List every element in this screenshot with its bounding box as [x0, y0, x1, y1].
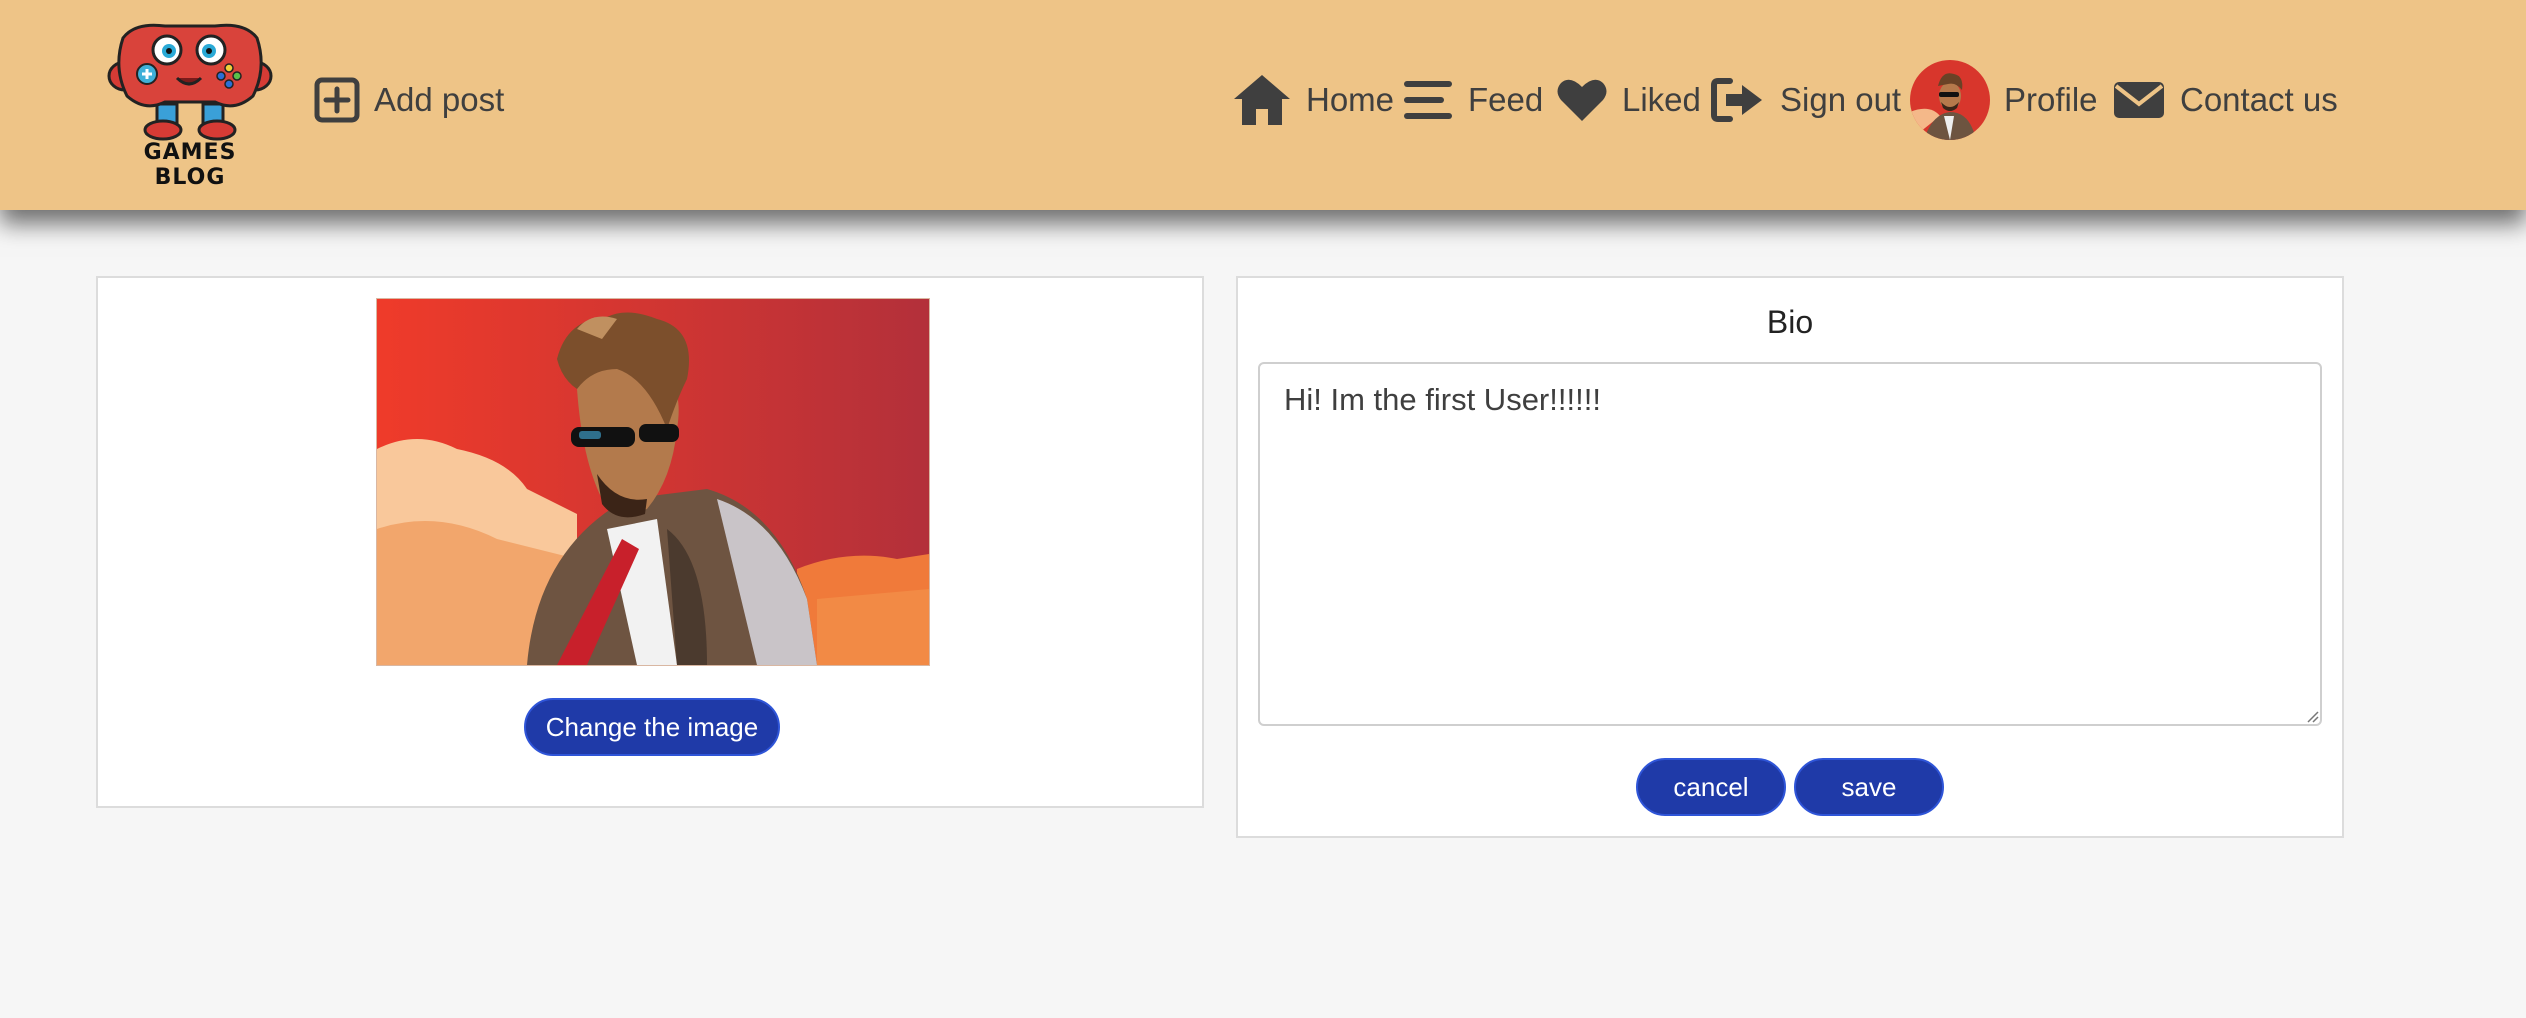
nav-liked[interactable]: Liked	[1556, 70, 1701, 130]
logo-text: GAMES BLOG	[143, 140, 237, 190]
nav-home-label: Home	[1306, 81, 1395, 118]
change-image-button[interactable]: Change the image	[524, 698, 780, 756]
games-blog-logo[interactable]: GAMES BLOG	[105, 18, 275, 190]
add-post-link[interactable]: Add post	[314, 70, 504, 130]
gamepad-mascot-icon	[107, 23, 273, 141]
heart-icon	[1557, 79, 1607, 121]
home-icon	[1234, 75, 1290, 125]
navbar: GAMES BLOG Add post Home Feed Liked Sign…	[0, 0, 2526, 210]
save-button[interactable]: save	[1794, 758, 1944, 816]
nav-liked-label: Liked	[1622, 81, 1701, 118]
nav-sign-out[interactable]: Sign out	[1710, 70, 1901, 130]
nav-contact[interactable]: Contact us	[2112, 70, 2338, 130]
bars-icon	[1404, 81, 1452, 119]
nav-home[interactable]: Home	[1232, 70, 1394, 130]
bio-title: Bio	[1766, 304, 1814, 340]
resize-grip-icon[interactable]	[2304, 708, 2320, 724]
nav-feed[interactable]: Feed	[1402, 70, 1543, 130]
add-post-label: Add post	[374, 81, 505, 118]
cancel-button[interactable]: cancel	[1636, 758, 1786, 816]
bio-textarea[interactable]: Hi! Im the first User!!!!!!	[1258, 362, 2322, 726]
nav-sign-out-label: Sign out	[1780, 81, 1902, 118]
profile-image	[376, 298, 930, 666]
nav-contact-label: Contact us	[2180, 81, 2338, 118]
plus-square-icon	[314, 77, 360, 123]
envelope-icon	[2114, 82, 2164, 118]
avatar	[1910, 60, 1990, 140]
bio-card: Bio Hi! Im the first User!!!!!! cancel s…	[1236, 276, 2344, 838]
nav-profile-label: Profile	[2004, 81, 2098, 118]
sign-out-icon	[1711, 78, 1762, 122]
profile-image-card: Change the image	[96, 276, 1204, 808]
nav-profile[interactable]: Profile	[1910, 60, 2098, 140]
nav-feed-label: Feed	[1468, 81, 1544, 118]
